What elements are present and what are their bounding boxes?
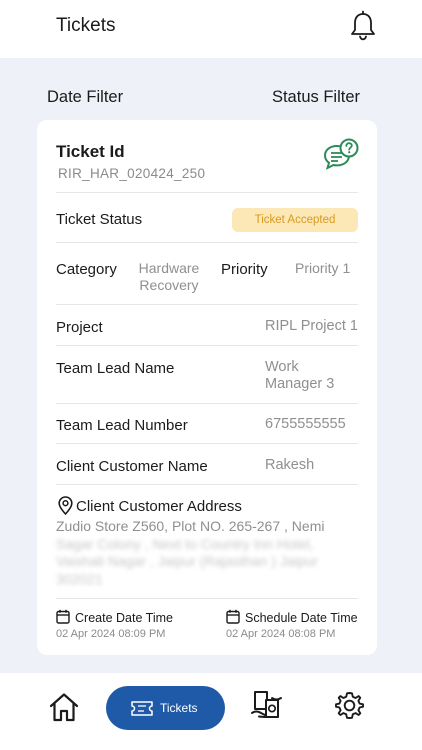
project-value: RIPL Project 1: [265, 318, 358, 334]
ticket-icon: [131, 701, 153, 716]
address-line: 302021: [56, 570, 103, 587]
filter-bar: Date Filter Status Filter: [0, 88, 422, 112]
client-address-value: Zudio Store Z560, Plot NO. 265-267 , Nem…: [56, 518, 336, 588]
create-date-value: 02 Apr 2024 08:09 PM: [56, 628, 166, 640]
date-filter-button[interactable]: Date Filter: [47, 88, 123, 107]
divider: [56, 598, 358, 599]
team-lead-number-value[interactable]: 6755555555: [265, 416, 346, 433]
calendar-icon: [226, 609, 240, 624]
home-icon[interactable]: [48, 691, 80, 723]
category-label: Category: [56, 261, 117, 278]
schedule-date-label: Schedule Date Time: [245, 611, 358, 625]
app-header: Tickets: [0, 0, 422, 58]
client-name-label: Client Customer Name: [56, 458, 208, 475]
ticket-card[interactable]: Ticket Id RIR_HAR_020424_250 Ticket Stat…: [37, 120, 377, 655]
divider: [56, 484, 358, 485]
status-filter-button[interactable]: Status Filter: [272, 88, 360, 107]
divider: [56, 304, 358, 305]
divider: [56, 443, 358, 444]
project-label: Project: [56, 319, 103, 336]
handover-icon[interactable]: [250, 689, 283, 723]
bell-icon[interactable]: [348, 10, 378, 42]
priority-value: Priority 1: [295, 260, 351, 276]
team-lead-name-label: Team Lead Name: [56, 360, 175, 377]
divider: [56, 403, 358, 404]
location-pin-icon: [58, 496, 73, 515]
category-value: Hardware Recovery: [138, 260, 200, 293]
client-address-label: Client Customer Address: [76, 498, 242, 515]
schedule-date-value: 02 Apr 2024 08:08 PM: [226, 628, 336, 640]
divider: [56, 192, 358, 193]
chat-bubbles-icon[interactable]: [323, 138, 359, 172]
ticket-status-label: Ticket Status: [56, 211, 143, 228]
settings-icon[interactable]: [334, 691, 365, 722]
nav-tickets-label: Tickets: [160, 701, 198, 715]
team-lead-name-value: Work Manager 3: [265, 359, 335, 392]
create-date-label: Create Date Time: [75, 611, 173, 625]
ticket-id-value: RIR_HAR_020424_250: [58, 166, 206, 181]
bottom-nav: Tickets: [0, 673, 422, 750]
calendar-icon: [56, 609, 70, 624]
priority-label: Priority: [221, 261, 268, 278]
status-badge: Ticket Accepted: [232, 208, 358, 232]
divider: [56, 345, 358, 346]
team-lead-number-label: Team Lead Number: [56, 417, 188, 434]
divider: [56, 242, 358, 243]
address-line: Vaishali Nagar , Jaipur (Rajasthan ) Jai…: [56, 553, 318, 569]
client-name-value: Rakesh: [265, 457, 315, 473]
nav-tickets-button[interactable]: Tickets: [106, 686, 225, 730]
address-line: Zudio Store Z560, Plot NO. 265-267 , Nem…: [56, 518, 325, 534]
page-title: Tickets: [56, 15, 116, 36]
ticket-id-title: Ticket Id: [56, 142, 125, 161]
address-line: Sagar Colony , Next to Country Inn Hotel…: [56, 535, 314, 552]
